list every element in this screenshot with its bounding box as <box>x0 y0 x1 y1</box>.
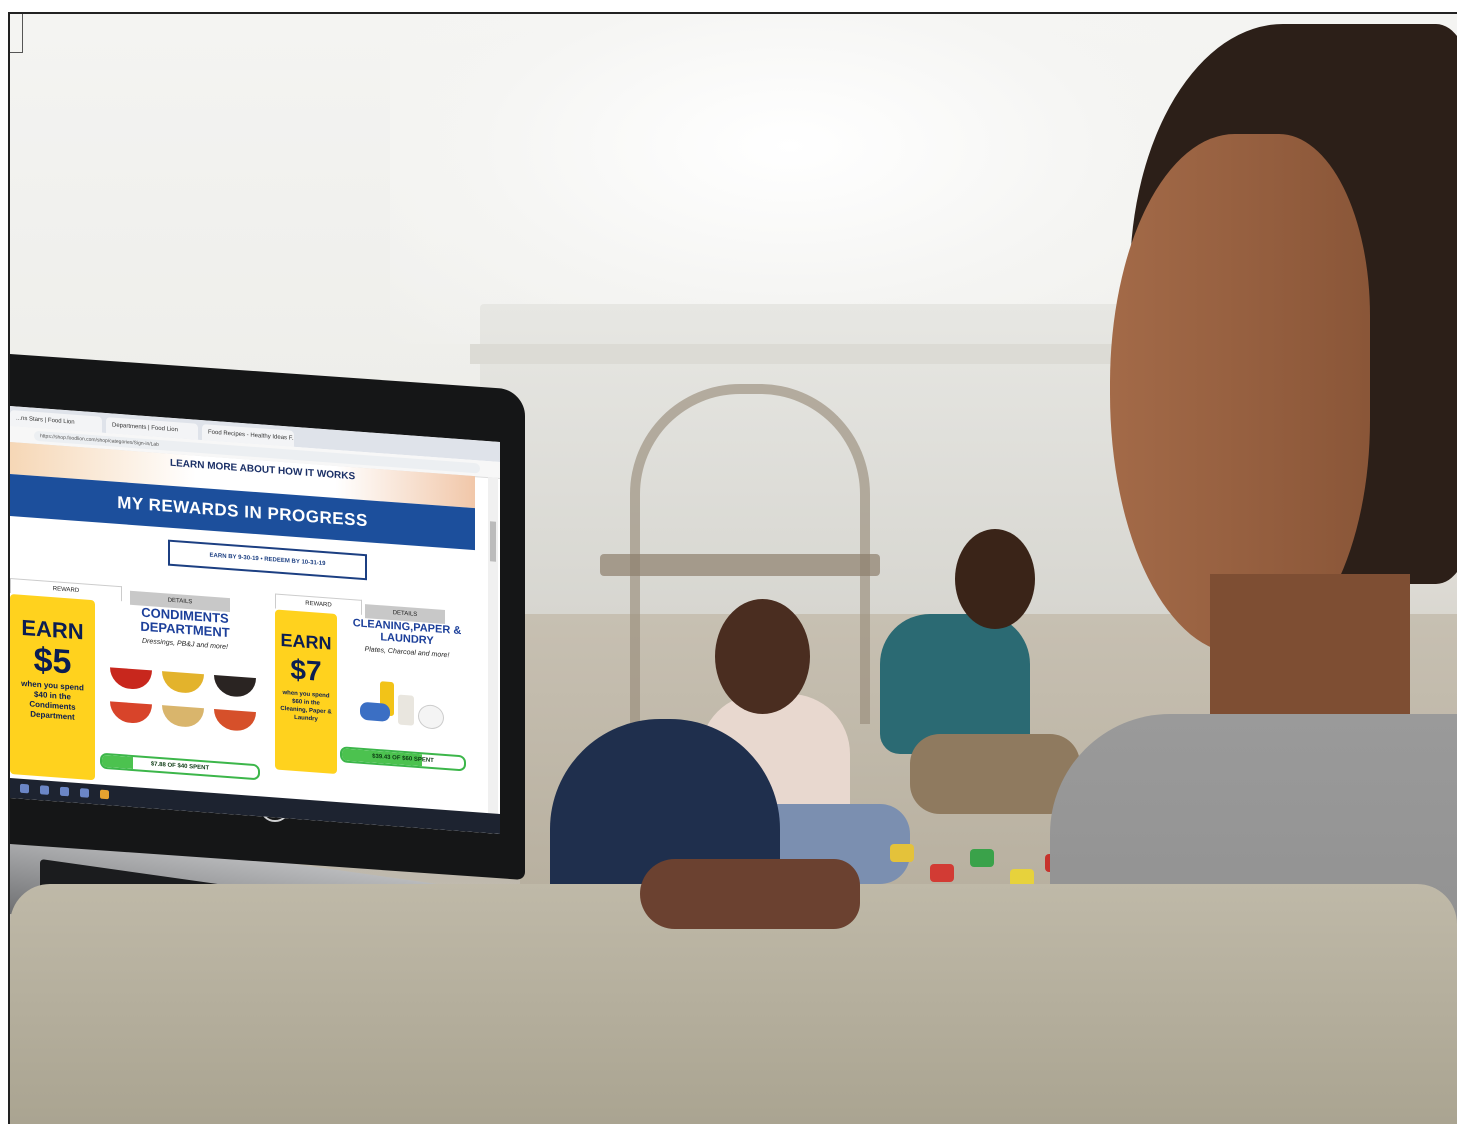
toy-block <box>970 849 994 867</box>
kitchen-counter-top <box>470 344 1190 364</box>
bowl-red <box>110 667 152 691</box>
woman-hand <box>640 859 860 929</box>
earn-label: EARN <box>280 629 332 654</box>
girl-head <box>715 599 810 714</box>
progress-label: $39.43 OF $60 SPENT <box>372 753 434 765</box>
boy-body <box>880 614 1030 754</box>
cleaning-supplies-image <box>360 680 450 737</box>
earn-redeem-dates: EARN BY 9-30-19 • REDEEM BY 10-31-19 <box>168 539 367 581</box>
reward-card: EARN $5 when you spend $40 in the Condim… <box>10 594 95 781</box>
boy-head <box>955 529 1035 629</box>
laptop-screen: ...ns Stars | Food Lion Departments | Fo… <box>10 406 500 834</box>
photo-frame: hp ...ns Stars | Food Lion Departments |… <box>8 12 1457 1124</box>
taskbar-icon[interactable] <box>20 783 29 794</box>
reward-amount: $7 <box>290 653 322 687</box>
department-title: CONDIMENTS DEPARTMENT <box>140 604 230 641</box>
toy-block <box>930 864 954 882</box>
scrollbar-thumb[interactable] <box>490 521 496 562</box>
reward-condition: when you spend $40 in the Condiments Dep… <box>21 678 84 722</box>
progress-label: $7.88 OF $40 SPENT <box>150 761 210 772</box>
bowl-tan <box>162 705 204 729</box>
reward-card: EARN $7 when you spend $60 in the Cleani… <box>275 609 337 775</box>
bowl-orange <box>214 708 256 733</box>
toy-block <box>890 844 914 862</box>
bowl-yellow <box>162 671 204 695</box>
bowl-red <box>110 701 152 725</box>
bowl-dark <box>214 674 256 699</box>
taskbar-icon[interactable] <box>80 788 89 798</box>
progress-bar: $39.43 OF $60 SPENT <box>340 746 466 772</box>
crop-mark <box>10 14 23 53</box>
background-window-light <box>390 14 1190 344</box>
reward-condition: when you spend $60 in the Cleaning, Pape… <box>280 690 332 723</box>
taskbar-icon[interactable] <box>40 785 49 795</box>
taskbar-icon[interactable] <box>60 786 69 797</box>
progress-bar: $7.88 OF $40 SPENT <box>100 752 260 781</box>
browser-taskbar-icon[interactable] <box>100 789 109 800</box>
reward-amount: $5 <box>33 640 72 682</box>
chair-seat <box>600 554 880 576</box>
